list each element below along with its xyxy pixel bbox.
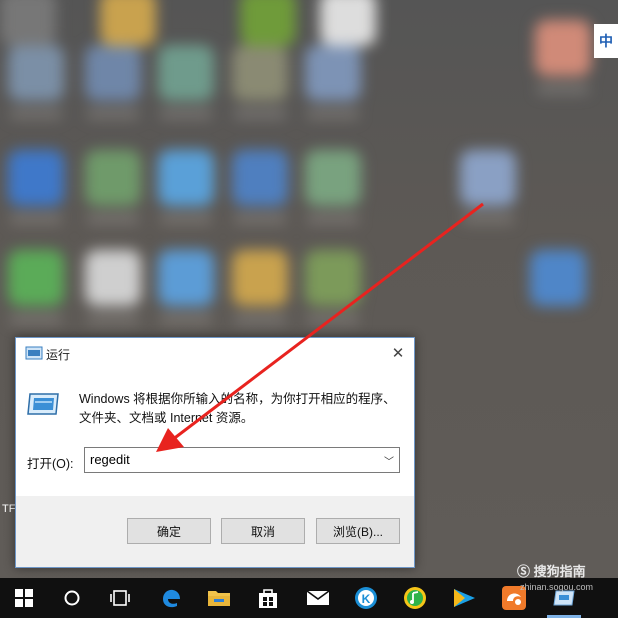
- desktop-icon-label: [307, 109, 359, 119]
- file-explorer-icon[interactable]: [203, 582, 235, 614]
- desktop-icon-label: [160, 314, 212, 324]
- desktop-icon: [158, 45, 214, 101]
- ime-indicator[interactable]: 中: [594, 24, 618, 58]
- run-program-icon: [27, 393, 59, 415]
- browse-button[interactable]: 浏览(B)...: [316, 518, 400, 544]
- desktop-icon-label: [234, 314, 286, 324]
- desktop-icon-label: [307, 214, 359, 224]
- desktop-icon: [85, 250, 141, 306]
- close-icon[interactable]: ✕: [386, 342, 410, 364]
- task-view-icon[interactable]: [104, 582, 136, 614]
- desktop-icon-label: [234, 214, 286, 224]
- desktop-icon: [320, 0, 376, 46]
- run-dialog-titlebar[interactable]: 运行 ✕: [16, 338, 414, 368]
- video-player-icon[interactable]: [448, 582, 480, 614]
- desktop-icon-label: [160, 109, 212, 119]
- desktop-icon: [8, 150, 64, 206]
- sogou-watermark: Ⓢ 搜狗指南: [517, 561, 586, 580]
- store-icon[interactable]: [252, 582, 284, 614]
- ok-button[interactable]: 确定: [127, 518, 211, 544]
- desktop-icon: [305, 45, 361, 101]
- run-description: Windows 将根据你所输入的名称，为你打开相应的程序、文件夹、文档或 Int…: [79, 392, 396, 425]
- desktop-icon: [305, 250, 361, 306]
- desktop-icon: [530, 250, 586, 306]
- watermark-text: 搜狗指南: [533, 564, 586, 579]
- desktop-icon: [535, 20, 591, 76]
- desktop-icon-label: [87, 214, 139, 224]
- desktop-icon: [460, 150, 516, 206]
- open-input[interactable]: regedit: [90, 452, 130, 467]
- desktop-icon: [232, 150, 288, 206]
- desktop-icon: [158, 150, 214, 206]
- desktop-icon: [85, 45, 141, 101]
- desktop-icon: [158, 250, 214, 306]
- mail-icon[interactable]: [302, 582, 334, 614]
- sogou-logo-icon: Ⓢ: [517, 564, 531, 579]
- desktop-icon: [240, 0, 296, 46]
- desktop-icon-label: [234, 109, 286, 119]
- watermark-url: zhinan.sogou.com: [520, 582, 594, 592]
- run-dialog: 运行 ✕ Windows 将根据你所输入的名称，为你打开相应的程序、文件夹、文档…: [15, 337, 415, 568]
- run-dialog-title: 运行: [46, 348, 71, 362]
- desktop-icon: [0, 0, 56, 46]
- desktop-icon-label: [307, 314, 359, 324]
- desktop-icon-label: [10, 314, 62, 324]
- search-circle-icon[interactable]: [56, 582, 88, 614]
- chevron-down-icon[interactable]: ﹀: [379, 448, 399, 472]
- desktop-icon-label: [10, 214, 62, 224]
- music-app-icon[interactable]: [399, 582, 431, 614]
- desktop-icon: [232, 250, 288, 306]
- windows-start-icon[interactable]: [8, 582, 40, 614]
- cancel-button[interactable]: 取消: [221, 518, 305, 544]
- edge-browser-icon[interactable]: [155, 582, 187, 614]
- run-title-icon: [25, 346, 43, 360]
- desktop-icon: [8, 250, 64, 306]
- desktop-icon-label: [87, 314, 139, 324]
- open-label: 打开(O):: [27, 457, 74, 471]
- desktop-stray-label: TF: [2, 503, 16, 515]
- desktop-icon-label: [87, 109, 139, 119]
- k-app-icon[interactable]: K: [350, 582, 382, 614]
- desktop-icon-label: [160, 214, 212, 224]
- svg-text:K: K: [362, 592, 371, 606]
- desktop-icon: [232, 45, 288, 101]
- desktop-icon: [85, 150, 141, 206]
- desktop-icon: [305, 150, 361, 206]
- desktop-icon: [100, 0, 156, 46]
- dialog-footer: 确定 取消 浏览(B)...: [16, 496, 414, 567]
- desktop-icon-label: [462, 214, 514, 224]
- desktop-icon: [8, 45, 64, 101]
- open-combobox[interactable]: regedit ﹀: [84, 447, 400, 473]
- desktop-icon-label: [537, 84, 589, 94]
- desktop-icon-label: [10, 109, 62, 119]
